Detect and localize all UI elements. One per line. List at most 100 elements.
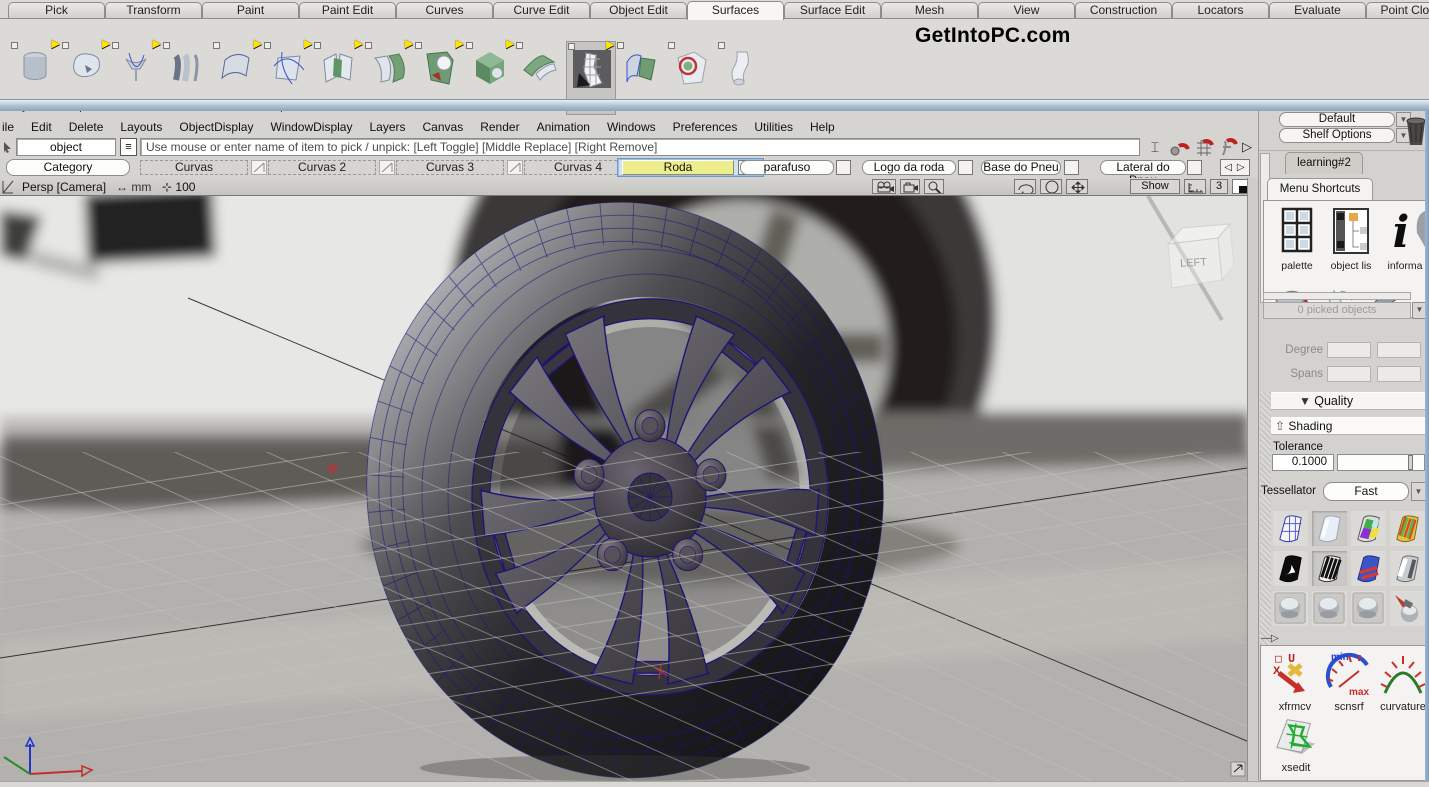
layer-button-base-do-pneu[interactable]: Base do Pneu (981, 160, 1061, 175)
quality-section-header[interactable]: ▼ Quality (1271, 392, 1428, 410)
layer-button-curvas-2[interactable]: Curvas 2 (268, 160, 376, 175)
tool-scnsrf[interactable]: minmaxscnsrf (1325, 651, 1373, 713)
layer-button-curvas-3[interactable]: Curvas 3 (396, 160, 504, 175)
zoom-tool-icon[interactable] (924, 179, 944, 194)
layer-checkbox[interactable] (836, 160, 851, 175)
menu-objectdisplay[interactable]: ObjectDisplay (179, 120, 253, 134)
layer-scroll-arrows[interactable]: ◁ ▷ (1220, 159, 1250, 176)
ruler-icon[interactable] (1184, 179, 1206, 194)
layer-checkbox[interactable] (958, 160, 973, 175)
shading-mode-spray-button[interactable] (1390, 591, 1425, 626)
prompt-line-input[interactable]: Use mouse or enter name of item to pick … (140, 138, 1140, 156)
menu-windows[interactable]: Windows (607, 120, 656, 134)
tab-learning[interactable]: learning#2 (1285, 152, 1363, 174)
menu-preferences[interactable]: Preferences (673, 120, 738, 134)
picked-objects-status[interactable]: 0 picked objects (1263, 302, 1411, 319)
layer-symmetry-icon[interactable] (507, 160, 523, 175)
layout-corner-icon[interactable] (1232, 179, 1248, 194)
magnet-point-snap-icon[interactable] (1168, 137, 1190, 157)
layer-button-curvas[interactable]: Curvas (140, 160, 248, 175)
tool-curvature[interactable]: curvature (1379, 651, 1427, 713)
tumble-icon[interactable] (1014, 179, 1036, 194)
shelf-options-select[interactable]: Shelf Options (1279, 128, 1395, 143)
layer-symmetry-icon[interactable] (379, 160, 395, 175)
tab-paint[interactable]: Paint (202, 2, 299, 18)
menu-ile[interactable]: ile (2, 120, 14, 134)
shading-mode-sphere-button[interactable] (1312, 591, 1347, 626)
shading-mode-wireframe-button[interactable] (1273, 511, 1308, 546)
shading-mode-chrome-button[interactable] (1390, 551, 1425, 586)
degree-field-1[interactable] (1327, 342, 1371, 358)
shading-mode-silhouette-button[interactable] (1273, 551, 1308, 586)
tab-curve-edit[interactable]: Curve Edit (493, 2, 590, 18)
prompt-history-button[interactable]: ≡ (120, 138, 137, 156)
menu-help[interactable]: Help (810, 120, 835, 134)
track-circle-icon[interactable] (1040, 179, 1062, 194)
menu-edit[interactable]: Edit (31, 120, 52, 134)
tolerance-value-field[interactable]: 0.1000 (1272, 454, 1334, 471)
tab-point-clouds[interactable]: Point Clouds (1366, 2, 1429, 18)
pick-object-field[interactable]: object (16, 138, 116, 156)
layer-category-button[interactable]: Category (6, 159, 130, 176)
layer-button-roda[interactable]: Roda (622, 160, 734, 175)
degree-field-2[interactable] (1377, 342, 1421, 358)
tool-xfrmcv[interactable]: □ UXxfrmcv (1271, 651, 1319, 713)
tool-xsedit[interactable]: xsedit (1273, 712, 1319, 774)
shading-mode-stripes-button[interactable] (1351, 551, 1386, 586)
viewport-resize-corner[interactable] (1231, 762, 1245, 776)
camera-lock-icon[interactable] (900, 179, 920, 194)
tab-locators[interactable]: Locators (1172, 2, 1269, 18)
menu-delete[interactable]: Delete (69, 120, 104, 134)
pan-icon[interactable] (1066, 179, 1088, 194)
layer-symmetry-icon[interactable] (251, 160, 267, 175)
layer-button-curvas-4[interactable]: Curvas 4 (524, 160, 632, 175)
perspective-viewport-canvas[interactable]: LEFT (0, 196, 1247, 781)
show-menu-button[interactable]: Show (1130, 179, 1180, 194)
shortcut-palette[interactable]: palette (1272, 207, 1322, 272)
menu-utilities[interactable]: Utilities (754, 120, 793, 134)
tab-surface-edit[interactable]: Surface Edit (784, 2, 881, 18)
tessellator-dropdown[interactable]: Fast (1323, 482, 1409, 501)
shading-section-header[interactable]: ⇧ Shading (1271, 417, 1428, 435)
camera-icon[interactable] (872, 179, 896, 194)
tab-surfaces[interactable]: Surfaces (687, 1, 784, 20)
menu-render[interactable]: Render (480, 120, 519, 134)
viewport-title[interactable]: Persp [Camera] (22, 179, 106, 195)
layer-button-logo-da-roda[interactable]: Logo da roda (862, 160, 956, 175)
shading-mode-patches-button[interactable] (1351, 511, 1386, 546)
menu-canvas[interactable]: Canvas (423, 120, 464, 134)
tab-object-edit[interactable]: Object Edit (590, 2, 687, 18)
pane-count-button[interactable]: 3 (1210, 179, 1228, 194)
history-icon[interactable]: ⌶ (1144, 137, 1166, 157)
shelf-set-select[interactable]: Default (1279, 112, 1395, 127)
tessellator-dropdown-arrow[interactable]: ▼ (1411, 482, 1426, 501)
shading-mode-sphere-button[interactable] (1351, 591, 1386, 626)
spans-field-1[interactable] (1327, 366, 1371, 382)
tab-evaluate[interactable]: Evaluate (1269, 2, 1366, 18)
tab-view[interactable]: View (978, 2, 1075, 18)
tab-paint-edit[interactable]: Paint Edit (299, 2, 396, 18)
tab-construction[interactable]: Construction (1075, 2, 1172, 18)
shading-mode-shaded-button[interactable] (1312, 511, 1347, 546)
shading-mode-zebra-button[interactable] (1312, 551, 1347, 586)
menu-windowdisplay[interactable]: WindowDisplay (270, 120, 352, 134)
shading-mode-sphere-button[interactable] (1273, 591, 1308, 626)
tab-menu-shortcuts[interactable]: Menu Shortcuts (1267, 178, 1373, 200)
prompt-expand-arrow[interactable]: ▷ (1236, 137, 1258, 157)
menu-layers[interactable]: Layers (369, 120, 405, 134)
layer-checkbox[interactable] (1187, 160, 1202, 175)
shading-mode-multicolor-button[interactable] (1390, 511, 1425, 546)
menu-layouts[interactable]: Layouts (120, 120, 162, 134)
tab-mesh[interactable]: Mesh (881, 2, 978, 18)
magnet-grid-snap-icon[interactable] (1193, 137, 1215, 157)
layer-checkbox[interactable] (1064, 160, 1079, 175)
viewport-sidebar-divider[interactable] (1247, 178, 1258, 781)
tolerance-slider-thumb[interactable] (1408, 455, 1413, 470)
shortcut-objlist[interactable]: object lis (1326, 207, 1376, 272)
sidebar-horizontal-scrollbar[interactable] (1263, 292, 1411, 300)
menu-animation[interactable]: Animation (537, 120, 590, 134)
layer-button-parafuso[interactable]: parafuso (740, 160, 834, 175)
tab-pick[interactable]: Pick (8, 2, 105, 18)
tab-curves[interactable]: Curves (396, 2, 493, 18)
window-corner-icon[interactable] (2, 180, 14, 194)
